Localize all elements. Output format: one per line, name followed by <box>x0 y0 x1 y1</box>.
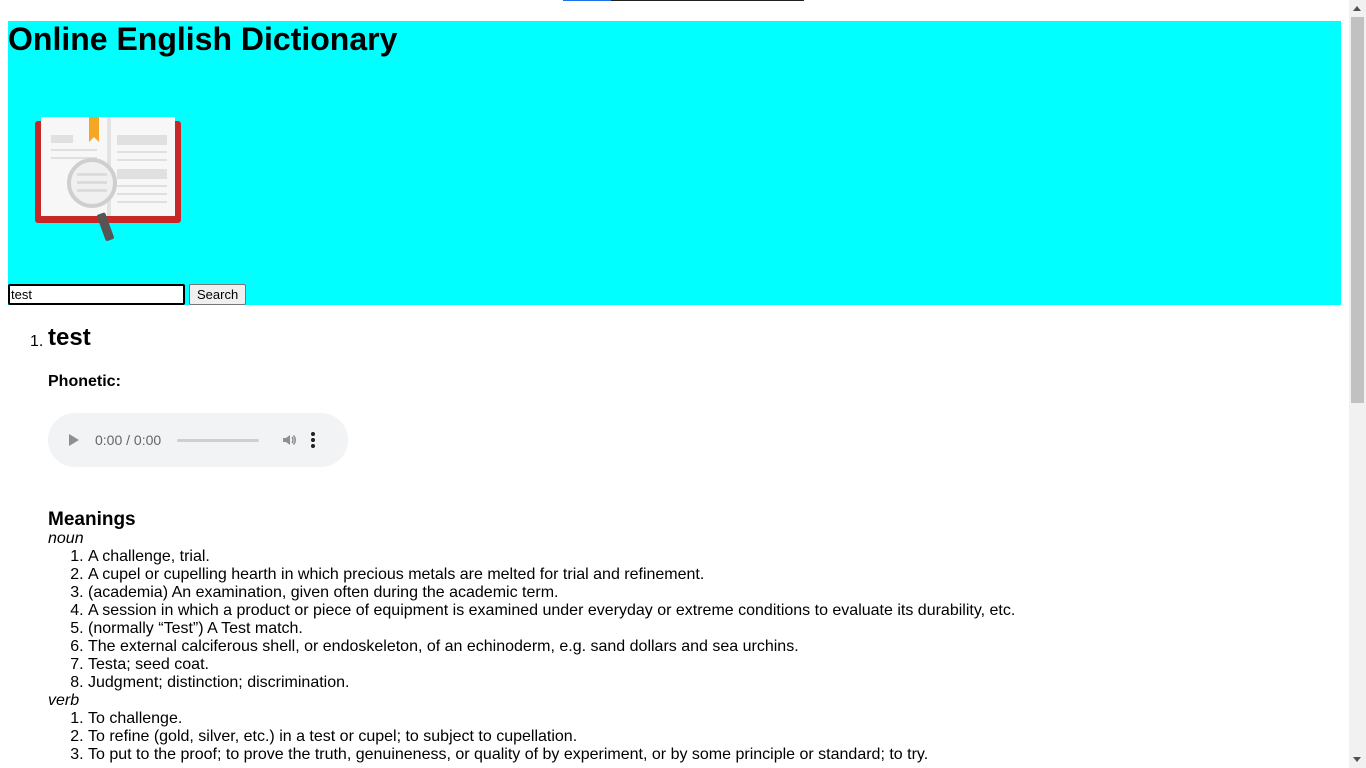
definition-item: Judgment; distinction; discrimination. <box>88 674 1248 692</box>
part-of-speech-verb: verb <box>48 692 80 709</box>
part-of-speech-noun: noun <box>48 530 84 547</box>
definition-item: A session in which a product or piece of… <box>88 602 1248 620</box>
more-options-icon[interactable] <box>311 432 316 448</box>
entry-number: 1. <box>30 333 44 350</box>
meanings-list: noun A challenge, trial. A cupel or cupe… <box>48 530 1248 764</box>
scroll-up-arrow-icon[interactable] <box>1353 6 1361 11</box>
definition-item: (academia) An examination, given often d… <box>88 584 1248 602</box>
audio-time: 0:00 / 0:00 <box>95 432 162 448</box>
definition-item: To challenge. <box>88 710 1248 728</box>
definition-item: The external calciferous shell, or endos… <box>88 638 1248 656</box>
site-title: Online English Dictionary <box>8 21 398 57</box>
search-input[interactable] <box>8 283 185 305</box>
play-icon[interactable] <box>69 434 79 446</box>
page: Online English Dictionary test Search 1.… <box>0 0 1349 768</box>
scroll-thumb[interactable] <box>1351 17 1364 403</box>
pronunciation-audio-player[interactable]: 0:00 / 0:00 <box>48 413 348 467</box>
top-progress-strip <box>563 0 804 1</box>
volume-icon[interactable] <box>281 432 297 448</box>
open-book-magnifier-icon <box>35 117 181 241</box>
noun-definitions: A challenge, trial. A cupel or cupelling… <box>48 548 1248 692</box>
audio-seek-slider[interactable] <box>177 438 260 442</box>
entry-word: test <box>48 324 91 351</box>
definition-item: A challenge, trial. <box>88 548 1248 566</box>
site-header: Online English Dictionary test Search <box>8 21 1341 305</box>
strip-segment-dark <box>611 0 804 1</box>
phonetic-label: Phonetic: <box>48 373 121 390</box>
vertical-scrollbar[interactable] <box>1349 0 1366 768</box>
meanings-label: Meanings <box>48 509 136 530</box>
definition-item: To refine (gold, silver, etc.) in a test… <box>88 728 1248 746</box>
definition-item: (normally “Test”) A Test match. <box>88 620 1248 638</box>
definition-item: Testa; seed coat. <box>88 656 1248 674</box>
scroll-down-arrow-icon[interactable] <box>1353 757 1361 762</box>
entry-item: 1. test Phonetic: 0:00 / 0:00 Meanings n… <box>30 305 1349 763</box>
verb-definitions: To challenge. To refine (gold, silver, e… <box>48 710 1248 764</box>
search-button[interactable]: Search <box>189 283 247 305</box>
strip-segment-blue <box>563 0 611 1</box>
definition-item: To put to the proof; to prove the truth,… <box>88 746 1248 764</box>
search-form: Search <box>8 283 247 305</box>
definition-item: A cupel or cupelling hearth in which pre… <box>88 566 1248 584</box>
results-list: 1. test Phonetic: 0:00 / 0:00 Meanings n… <box>0 305 1349 763</box>
